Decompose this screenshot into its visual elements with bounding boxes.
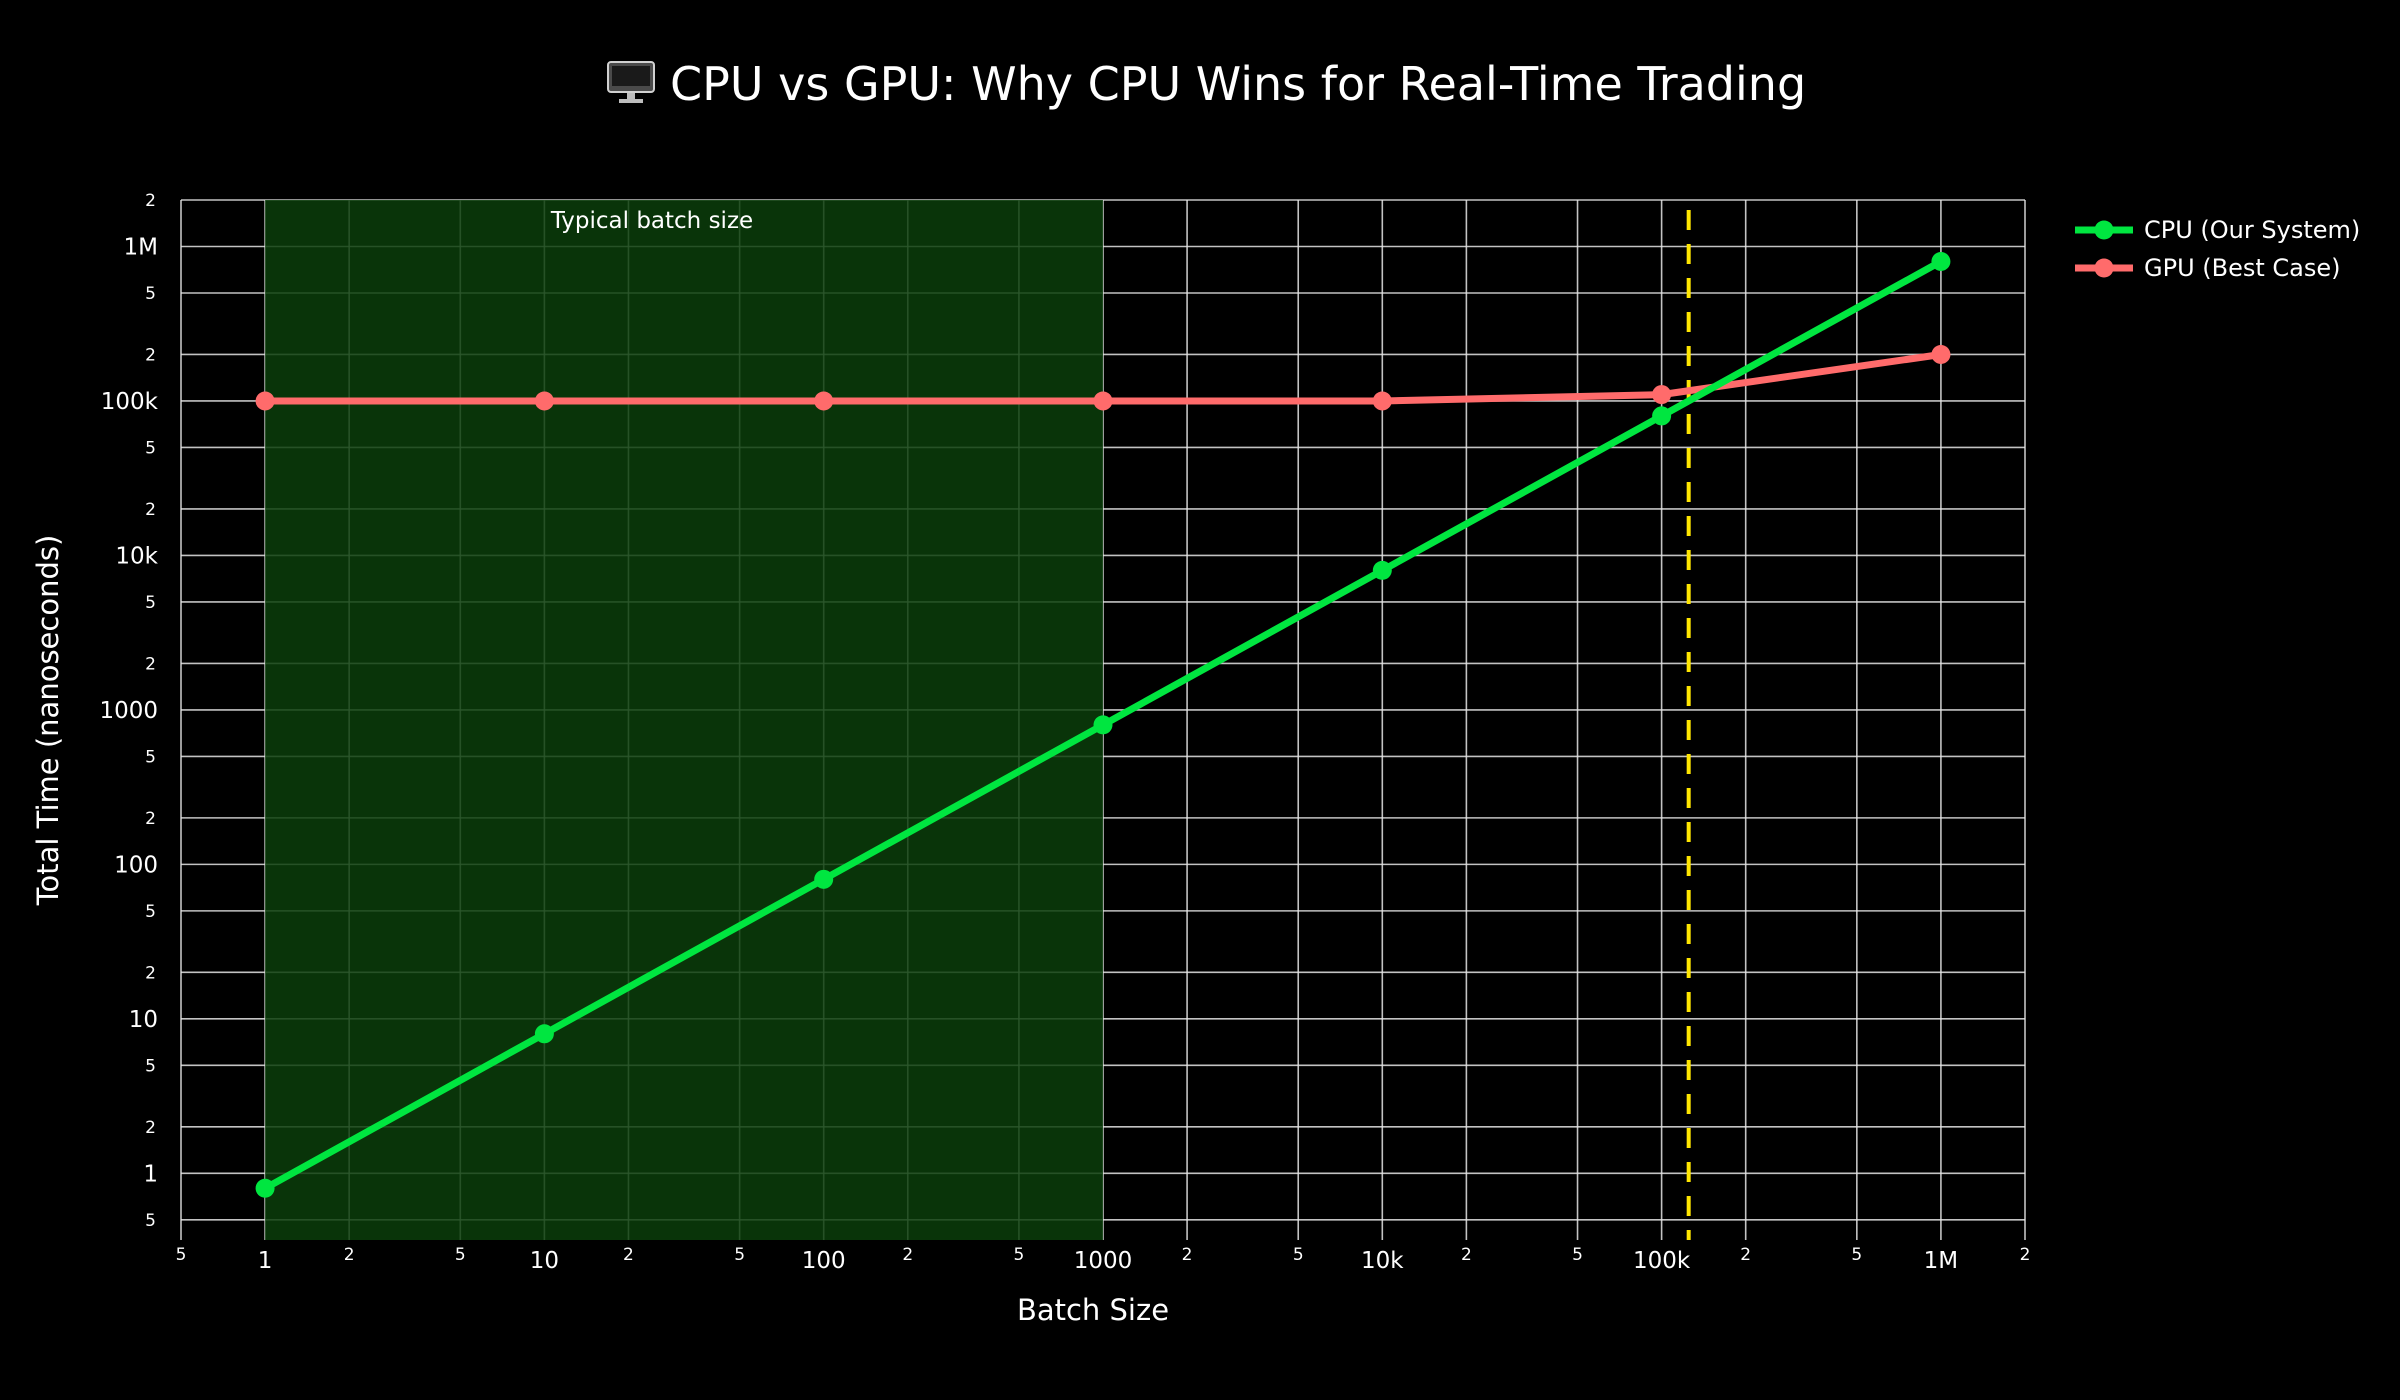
gpu-data-point [1652,385,1672,405]
y-tick-label: 2 [145,191,156,211]
y-tick-label: 5 [145,284,156,304]
chart-title: CPU vs GPU: Why CPU Wins for Real-Time T… [670,57,1806,111]
y-tick-label: 2 [145,654,156,674]
x-axis-tick-labels: 5 1 2 5 10 2 5 100 2 5 1000 2 5 10k 2 5 100k 2 5 1M 2 [176,1245,2031,1274]
gpu-legend-label: GPU (Best Case) [2144,254,2341,282]
gpu-data-point [1093,391,1113,411]
x-tick-label: 100k [1633,1248,1691,1274]
x-tick-label: 2 [1740,1245,1751,1265]
y-tick-label: 5 [145,593,156,613]
gpu-data-point [534,391,554,411]
x-tick-label: 2 [1182,1245,1193,1265]
gpu-legend-marker [2094,258,2114,278]
x-tick-label: 5 [455,1245,466,1265]
chart-canvas: CPU vs GPU: Why CPU Wins for Real-Time T… [31,57,2360,1327]
cpu-legend-label: CPU (Our System) [2144,216,2360,244]
x-axis-title: Batch Size [1017,1293,1169,1327]
legend: CPU (Our System) GPU (Best Case) [2075,216,2360,282]
y-tick-label: 5 [145,902,156,922]
y-tick-label: 10k [115,543,158,569]
shaded-region [265,200,1103,1240]
y-tick-label: 2 [145,345,156,365]
chart-title-group: CPU vs GPU: Why CPU Wins for Real-Time T… [607,57,1806,111]
y-tick-label: 2 [145,963,156,983]
cpu-data-point [814,869,834,889]
x-tick-label: 10k [1361,1248,1404,1274]
x-tick-label: 10 [530,1248,559,1274]
x-tick-label: 2 [902,1245,913,1265]
gpu-data-point [1372,391,1392,411]
y-tick-label: 1M [124,234,158,260]
cpu-data-point [1652,406,1672,426]
x-tick-label: 5 [1572,1245,1583,1265]
gpu-data-point [814,391,834,411]
y-tick-label: 1 [143,1161,158,1187]
y-tick-label: 5 [145,747,156,767]
y-tick-label: 5 [145,1056,156,1076]
y-tick-label: 100 [114,852,158,878]
x-tick-label: 2 [1461,1245,1472,1265]
x-tick-label: 1000 [1074,1248,1133,1274]
cpu-data-point [255,1178,275,1198]
x-tick-label: 5 [1851,1245,1862,1265]
shaded-region-group [265,200,1103,1240]
y-axis-tick-labels: 5 1 2 5 10 2 5 100 2 5 1000 2 5 10k 2 5 100k 2 5 1M 2 [99,191,158,1231]
x-tick-label: 2 [2020,1245,2031,1265]
y-tick-label: 5 [145,438,156,458]
y-tick-label: 1000 [99,698,158,724]
gpu-data-point [255,391,275,411]
y-tick-label: 100k [101,389,159,415]
y-tick-label: 2 [145,1118,156,1138]
cpu-data-point [1372,560,1392,580]
x-tick-label: 2 [344,1245,355,1265]
x-tick-label: 5 [1293,1245,1304,1265]
y-tick-label: 2 [145,809,156,829]
x-tick-label: 1 [258,1248,273,1274]
y-tick-label: 5 [145,1211,156,1231]
x-tick-label: 1M [1924,1248,1958,1274]
x-tick-label: 2 [623,1245,634,1265]
y-axis-title: Total Time (nanoseconds) [31,535,65,907]
x-tick-label: 5 [176,1245,187,1265]
x-tick-label: 5 [734,1245,745,1265]
x-tick-label: 100 [802,1248,846,1274]
desktop-computer-icon [607,61,655,103]
cpu-data-point [1093,715,1113,735]
y-tick-label: 10 [129,1007,158,1033]
cpu-data-point [1931,251,1951,271]
gpu-data-point [1931,344,1951,364]
cpu-legend-marker [2094,220,2114,240]
cpu-data-point [534,1024,554,1044]
shaded-region-label: Typical batch size [550,208,753,234]
x-tick-label: 5 [1014,1245,1025,1265]
y-tick-label: 2 [145,500,156,520]
